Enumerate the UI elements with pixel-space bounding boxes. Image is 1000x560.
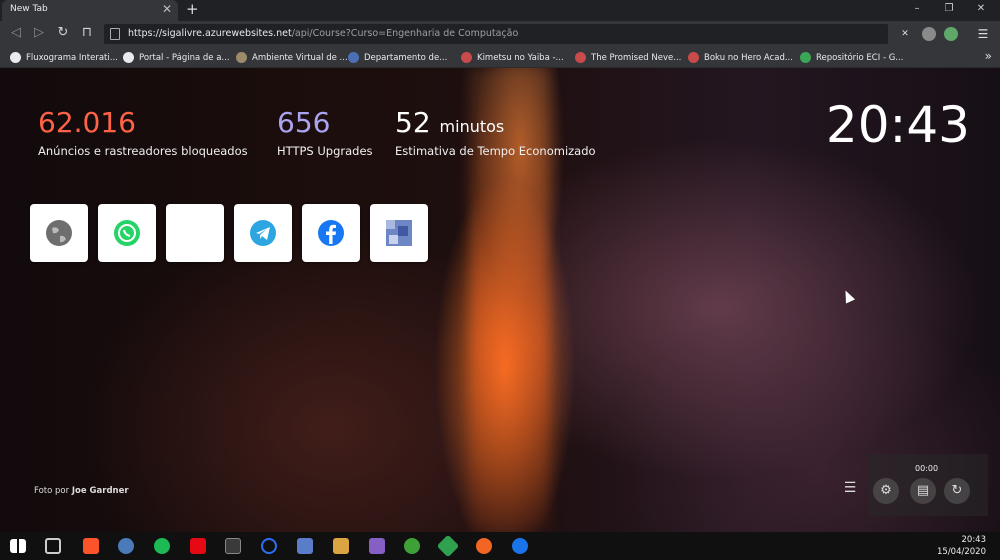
terminal-icon[interactable] [225, 538, 241, 554]
top-site-tile[interactable] [98, 204, 156, 262]
ads-blocked-count: 62.016 [38, 106, 136, 139]
bookmark-label: Boku no Hero Acad... [704, 52, 793, 63]
taskbar: 20:43 15/04/2020 [0, 532, 1000, 560]
bookmark-item[interactable]: Ambiente Virtual de ... [236, 50, 348, 65]
bookmark-item[interactable]: Fluxograma Interati... [10, 50, 118, 65]
telegram-icon [250, 220, 276, 246]
git-icon[interactable] [436, 534, 460, 558]
bookmark-favicon-icon [575, 52, 586, 63]
time-saved-stat: 52 minutos [395, 106, 504, 139]
postman-icon[interactable] [476, 538, 492, 554]
bookmark-item[interactable]: Portal - Página de a... [123, 50, 230, 65]
new-tab-button[interactable]: + [186, 0, 199, 18]
bookmark-item[interactable]: Repositório ECI - G... [800, 50, 903, 65]
top-site-tile[interactable] [30, 204, 88, 262]
top-site-tile[interactable] [370, 204, 428, 262]
bookmark-favicon-icon [688, 52, 699, 63]
https-upgrades-count: 656 [277, 106, 331, 139]
reload-icon[interactable]: ↻ [54, 25, 72, 40]
task-view-icon[interactable] [45, 538, 61, 554]
recorder-time: 00:00 [915, 464, 939, 473]
bookmark-item[interactable]: The Promised Neve... [575, 50, 681, 65]
mongodb-icon[interactable] [404, 538, 420, 554]
url-host: https://sigalivre.azurewebsites.net [128, 28, 292, 39]
tab-new-tab[interactable]: New Tab ✕ [2, 0, 178, 21]
maps-icon[interactable] [512, 538, 528, 554]
https-upgrades-label: HTTPS Upgrades [277, 144, 373, 158]
history-icon[interactable]: ↻ [944, 478, 970, 504]
settings-gear-icon[interactable]: ⚙ [873, 478, 899, 504]
spotify-icon[interactable] [154, 538, 170, 554]
bookmark-favicon-icon [10, 52, 21, 63]
whatsapp-icon [114, 220, 140, 246]
menu-icon[interactable]: ☰ [976, 27, 990, 41]
time-saved-unit: minutos [439, 117, 505, 136]
bookmark-label: Departamento de... [364, 52, 448, 63]
close-window-button[interactable]: ✕ [970, 3, 992, 14]
recorder-app-icon[interactable] [297, 538, 313, 554]
bookmark-label: Repositório ECI - G... [816, 52, 904, 63]
credit-prefix: Foto por [34, 486, 72, 496]
bookmarks-overflow-icon[interactable]: » [985, 49, 992, 63]
profile-icon[interactable] [944, 27, 958, 41]
bookmark-item[interactable]: Kimetsu no Yaiba -... [461, 50, 564, 65]
bookmark-item[interactable]: Boku no Hero Acad... [688, 50, 793, 65]
new-tab-page: 62.016 Anúncios e rastreadores bloqueado… [0, 68, 1000, 532]
netflix-icon[interactable] [190, 538, 206, 554]
bookmark-favicon-icon [461, 52, 472, 63]
tab-close-icon[interactable]: ✕ [162, 2, 172, 16]
bookmark-label: Kimetsu no Yaiba -... [477, 52, 564, 63]
brave-browser-icon[interactable] [83, 538, 99, 554]
recorder-panel: 00:00 ⚙ ▤ ↻ [868, 454, 988, 516]
top-site-tile[interactable] [166, 204, 224, 262]
extension-icon[interactable] [922, 27, 936, 41]
bookmark-label: The Promised Neve... [591, 52, 682, 63]
browser-toolbar: ◁ ▷ ↻ ⊓ https://sigalivre.azurewebsites.… [0, 21, 1000, 47]
visual-studio-icon[interactable] [369, 538, 385, 554]
globe-icon [46, 220, 72, 246]
cortana-icon[interactable] [261, 538, 277, 554]
bookmarks-bar: Fluxograma Interati... Portal - Página d… [0, 47, 1000, 68]
clock: 20:43 [825, 96, 970, 154]
bookmark-favicon-icon [348, 52, 359, 63]
image-site-icon [386, 220, 412, 246]
tab-title: New Tab [10, 4, 48, 14]
top-site-tile[interactable] [234, 204, 292, 262]
bookmark-favicon-icon [236, 52, 247, 63]
bookmark-label: Fluxograma Interati... [26, 52, 118, 63]
brave-shields-icon[interactable]: ✕ [898, 27, 912, 41]
system-clock[interactable]: 20:43 15/04/2020 [937, 534, 986, 558]
bookmark-item[interactable]: Departamento de... [348, 50, 447, 65]
bookmark-label: Portal - Página de a... [139, 52, 230, 63]
top-sites [30, 204, 428, 262]
url-text[interactable]: https://sigalivre.azurewebsites.net/api/… [128, 28, 518, 39]
system-time: 20:43 [961, 535, 987, 545]
top-site-tile[interactable] [302, 204, 360, 262]
popcorn-icon[interactable] [333, 538, 349, 554]
time-saved-label: Estimativa de Tempo Economizado [395, 144, 596, 158]
ads-blocked-label: Anúncios e rastreadores bloqueados [38, 144, 248, 158]
bookmark-favicon-icon [123, 52, 134, 63]
url-path: /api/Course?Curso=Engenharia de Computaç… [291, 28, 519, 39]
facebook-icon [318, 220, 344, 246]
forward-icon[interactable]: ▷ [30, 25, 48, 40]
tab-strip: New Tab ✕ + – ❐ ✕ [0, 0, 1000, 21]
back-icon[interactable]: ◁ [7, 25, 25, 40]
save-icon[interactable]: ▤ [910, 478, 936, 504]
bookmark-icon[interactable]: ⊓ [78, 25, 96, 40]
time-saved-count: 52 [395, 106, 431, 139]
restore-button[interactable]: ❐ [938, 3, 960, 14]
page-icon [110, 28, 120, 40]
minimize-button[interactable]: – [906, 3, 928, 14]
customize-sliders-icon[interactable]: ☰ [840, 480, 860, 496]
photo-credit: Foto por Joe Gardner [34, 486, 129, 496]
bookmark-favicon-icon [800, 52, 811, 63]
windows-start-icon[interactable] [10, 539, 26, 553]
bookmark-label: Ambiente Virtual de ... [252, 52, 348, 63]
credit-author[interactable]: Joe Gardner [72, 486, 129, 496]
system-date: 15/04/2020 [937, 547, 986, 557]
mouse-cursor-icon [840, 288, 856, 304]
address-bar[interactable]: https://sigalivre.azurewebsites.net/api/… [104, 24, 888, 44]
steam-icon[interactable] [118, 538, 134, 554]
